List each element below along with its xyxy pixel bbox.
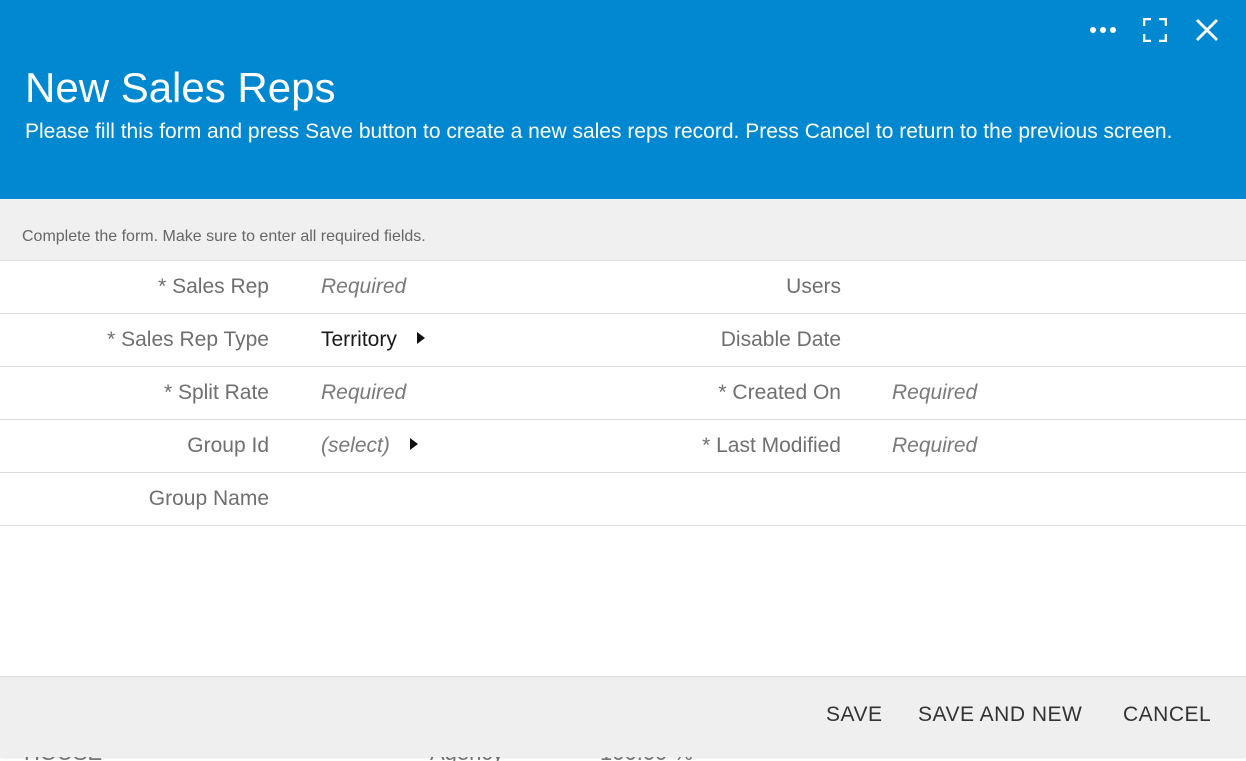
- group-id-label: Group Id: [187, 434, 269, 457]
- disable-date-label: Disable Date: [720, 328, 841, 351]
- group-name-label: Group Name: [148, 487, 269, 510]
- form-instructions-bar: Complete the form. Make sure to enter al…: [0, 199, 1246, 261]
- fullscreen-icon: [1143, 18, 1167, 42]
- form-row: * Sales Rep Required Users: [0, 261, 1246, 314]
- caret-right-icon: [409, 438, 418, 450]
- caret-right-icon: [416, 332, 425, 344]
- dialog-footer: SAVE SAVE AND NEW CANCEL: [0, 676, 1246, 757]
- sales-rep-input[interactable]: Required: [321, 261, 406, 313]
- close-button[interactable]: [1191, 14, 1223, 46]
- save-button[interactable]: SAVE: [826, 703, 882, 727]
- form-row: Group Name: [0, 473, 1246, 526]
- save-and-new-button[interactable]: SAVE AND NEW: [918, 703, 1082, 727]
- dialog-header: New Sales Reps Please fill this form and…: [0, 0, 1246, 199]
- created-on-label: * Created On: [718, 381, 841, 404]
- sales-rep-type-select[interactable]: Territory: [321, 314, 425, 366]
- users-label: Users: [786, 275, 841, 298]
- dialog-title: New Sales Reps: [25, 64, 336, 111]
- cancel-button[interactable]: CANCEL: [1123, 703, 1211, 727]
- form-row: * Split Rate Required * Created On Requi…: [0, 367, 1246, 420]
- split-rate-input[interactable]: Required: [321, 367, 406, 419]
- dialog-description: Please fill this form and press Save but…: [25, 120, 1173, 143]
- last-modified-label: * Last Modified: [702, 434, 841, 457]
- fullscreen-button[interactable]: [1139, 14, 1171, 46]
- more-options-button[interactable]: [1087, 14, 1119, 46]
- new-sales-reps-dialog: New Sales Reps Please fill this form and…: [0, 0, 1246, 757]
- sales-rep-type-label: * Sales Rep Type: [107, 328, 269, 351]
- close-icon: [1196, 19, 1218, 41]
- sales-rep-type-value: Territory: [321, 328, 397, 351]
- last-modified-input[interactable]: Required: [892, 420, 977, 472]
- group-id-value: (select): [321, 434, 390, 457]
- group-id-select[interactable]: (select): [321, 420, 418, 472]
- form-row: Group Id (select) * Last Modified Requir…: [0, 420, 1246, 473]
- split-rate-label: * Split Rate: [163, 381, 269, 404]
- more-icon: [1090, 27, 1116, 33]
- created-on-input[interactable]: Required: [892, 367, 977, 419]
- form-row: * Sales Rep Type Territory Disable Date: [0, 314, 1246, 367]
- sales-rep-label: * Sales Rep: [158, 275, 269, 298]
- form-instructions: Complete the form. Make sure to enter al…: [22, 228, 426, 245]
